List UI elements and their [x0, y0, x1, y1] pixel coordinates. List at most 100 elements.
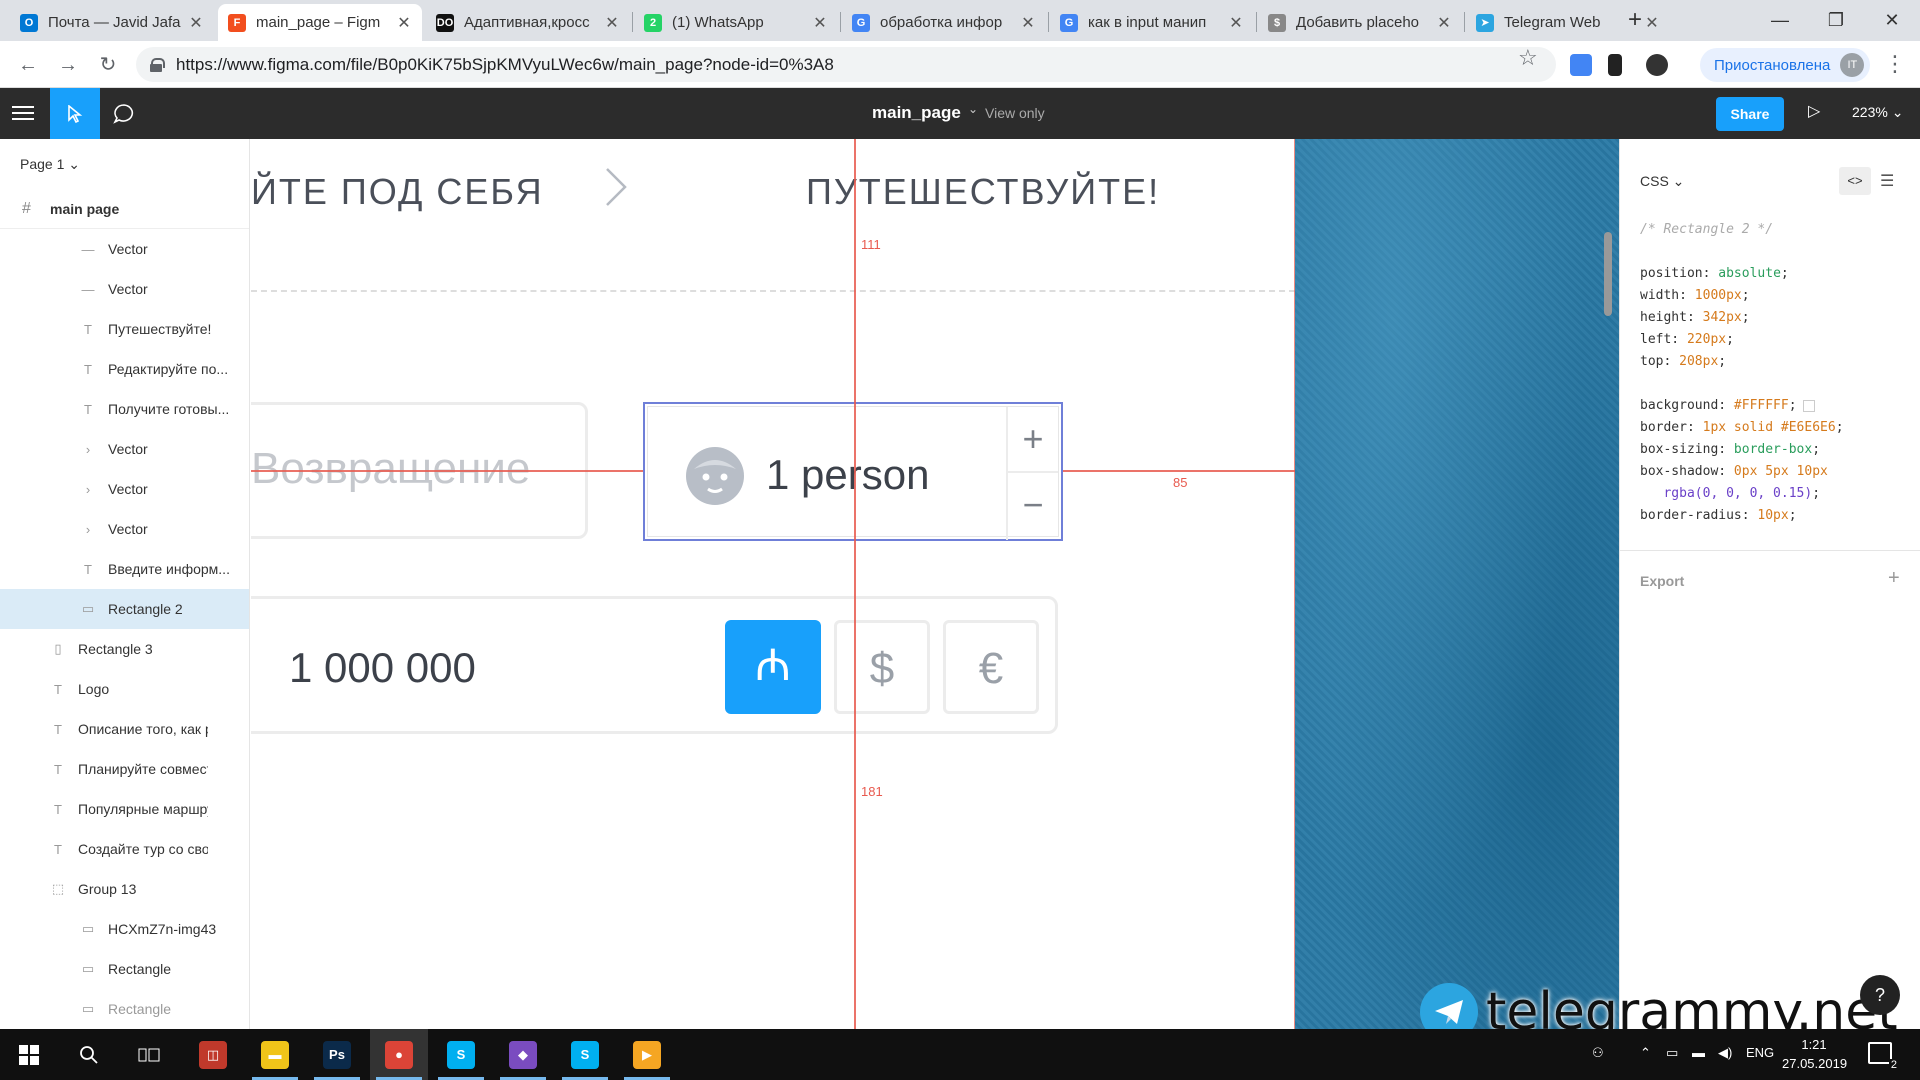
bookmark-star-icon[interactable]: ☆	[1518, 45, 1538, 71]
search-icon[interactable]	[60, 1029, 118, 1080]
taskbar-app-pinned[interactable]: ◫	[184, 1029, 242, 1080]
layer-item[interactable]: T Logo	[0, 669, 249, 709]
layer-item[interactable]: T Редактируйте по...	[0, 349, 249, 389]
css-declaration: box-sizing: border-box;	[1640, 442, 1821, 457]
layer-item[interactable]: T Введите информ...	[0, 549, 249, 589]
css-value: border-box	[1733, 442, 1813, 457]
layer-item[interactable]: › Vector	[0, 429, 249, 469]
tab-close-icon[interactable]: ✕	[1436, 13, 1452, 33]
layer-item[interactable]: T Популярные маршру...	[0, 789, 249, 829]
layer-item[interactable]: ▭ Rectangle 2	[0, 589, 249, 629]
browser-tab[interactable]: $ Добавить placeho ✕	[1258, 4, 1462, 41]
tab-close-icon[interactable]: ✕	[1020, 13, 1036, 33]
close-window-icon[interactable]: ✕	[1864, 0, 1920, 40]
layer-item[interactable]: › Vector	[0, 469, 249, 509]
browser-tab[interactable]: Gкак в input манип ✕	[1050, 4, 1254, 41]
rectangle-icon: ▯	[54, 641, 62, 656]
windows-start-icon[interactable]	[0, 1029, 58, 1080]
layer-item[interactable]: ▯ Rectangle 3	[0, 629, 249, 669]
tab-favicon-icon: 2	[644, 13, 662, 32]
layer-item[interactable]: T Путешествуйте!	[0, 309, 249, 349]
zoom-level[interactable]: 223% ⌄	[1852, 104, 1903, 121]
selected-rectangle-2[interactable]: 1 person + −	[643, 402, 1063, 541]
measure-line-left	[251, 470, 643, 472]
layer-item[interactable]: ▭ HCXmZ7n-img43	[0, 909, 249, 949]
layer-item[interactable]: › Vector	[0, 509, 249, 549]
present-play-icon[interactable]: ▷	[1808, 101, 1820, 121]
tray-chevron-icon[interactable]: ⌃	[1640, 1045, 1651, 1061]
maximize-icon[interactable]: ❐	[1808, 0, 1864, 40]
media-app[interactable]: ▶	[618, 1029, 676, 1080]
forward-icon[interactable]: →	[54, 51, 82, 79]
extension-icon[interactable]	[1608, 54, 1622, 76]
task-view-icon[interactable]	[120, 1029, 178, 1080]
system-clock[interactable]: 1:21 27.05.2019	[1782, 1035, 1847, 1073]
tab-close-icon[interactable]: ✕	[604, 13, 620, 33]
chevron-down-icon[interactable]: ⌄	[968, 102, 978, 116]
browser-tab[interactable]: 2 (1) WhatsApp ✕	[634, 4, 838, 41]
new-tab-button[interactable]: +	[1620, 6, 1650, 36]
chrome-app[interactable]: ●	[370, 1029, 428, 1080]
currency-euro-button[interactable]: €	[943, 620, 1039, 714]
notification-center-icon[interactable]: 2	[1868, 1042, 1899, 1071]
explorer-app[interactable]: ▬	[246, 1029, 304, 1080]
css-declaration: height: 342px;	[1640, 310, 1750, 325]
language-selector[interactable]: CSS ⌄	[1640, 173, 1684, 190]
game-app[interactable]: ◆	[494, 1029, 552, 1080]
tab-close-icon[interactable]: ✕	[1228, 13, 1244, 33]
hamburger-menu-icon[interactable]	[12, 102, 34, 124]
scrollbar-thumb[interactable]	[1604, 232, 1612, 316]
layer-item[interactable]: T Планируйте совмест...	[0, 749, 249, 789]
browser-menu-icon[interactable]: ⋮	[1884, 51, 1906, 77]
explorer-app-icon: ▬	[261, 1040, 289, 1069]
photoshop-app[interactable]: Ps	[308, 1029, 366, 1080]
code-icon[interactable]: <>	[1839, 167, 1871, 195]
layer-main-page[interactable]: # main page	[0, 189, 249, 229]
layer-item[interactable]: — Vector	[0, 269, 249, 309]
decrement-button[interactable]: −	[1008, 473, 1058, 539]
browser-tab[interactable]: DO Адаптивная,кросс ✕	[426, 4, 630, 41]
browser-tab[interactable]: Gобработка инфор ✕	[842, 4, 1046, 41]
tab-close-icon[interactable]: ✕	[812, 13, 828, 33]
layer-item[interactable]: ▭ Rectangle	[0, 949, 249, 989]
css-declaration-cont: rgba(0, 0, 0, 0.15);	[1640, 486, 1821, 501]
layer-item[interactable]: — Vector	[0, 229, 249, 269]
layer-item[interactable]: ⬚ Group 13	[0, 869, 249, 909]
layer-item[interactable]: T Получите готовы...	[0, 389, 249, 429]
browser-tab[interactable]: Fmain_page – Figm ✕	[218, 4, 422, 41]
network-icon[interactable]: ▭	[1666, 1045, 1678, 1061]
increment-button[interactable]: +	[1008, 407, 1058, 473]
comment-icon[interactable]	[110, 100, 138, 128]
layer-item[interactable]: T Описание того, как р...	[0, 709, 249, 749]
tab-close-icon[interactable]: ✕	[396, 13, 412, 33]
measure-line-right	[1063, 470, 1295, 472]
minimize-icon[interactable]: —	[1752, 0, 1808, 40]
input-language[interactable]: ENG	[1746, 1045, 1774, 1060]
browser-tab[interactable]: O Почта — Javid Jafa ✕	[10, 4, 214, 41]
url-field[interactable]: https://www.figma.com/file/B0p0KiK75bSjp…	[136, 47, 1556, 82]
text-layer-icon: T	[54, 801, 62, 817]
design-canvas[interactable]: ЙТЕ ПОД СЕБЯ ПУТЕШЕСТВУЙТЕ! Возвращение …	[251, 139, 1295, 1029]
tab-close-icon[interactable]: ✕	[188, 13, 204, 33]
vpn-extension-icon[interactable]	[1646, 54, 1668, 76]
translate-extension-icon[interactable]	[1570, 54, 1592, 76]
skype-app-1[interactable]: S	[432, 1029, 490, 1080]
share-button[interactable]: Share	[1716, 97, 1784, 131]
skype-app-2[interactable]: S	[556, 1029, 614, 1080]
file-name[interactable]: main_page	[872, 103, 961, 123]
help-button[interactable]: ?	[1860, 975, 1900, 1015]
layer-item[interactable]: ▭ Rectangle	[0, 989, 249, 1029]
currency-manat-button[interactable]: ₼	[725, 620, 821, 714]
list-icon[interactable]: ☰	[1880, 171, 1894, 191]
people-icon[interactable]: ⚇	[1592, 1045, 1604, 1061]
profile-button[interactable]: Приостановлена IT	[1700, 48, 1871, 82]
add-export-icon[interactable]: +	[1888, 567, 1900, 590]
back-icon[interactable]: ←	[14, 51, 42, 79]
layer-item[interactable]: T Создайте тур со свои...	[0, 829, 249, 869]
page-selector[interactable]: Page 1 ⌄	[20, 156, 80, 173]
reload-icon[interactable]: ↻	[94, 51, 122, 79]
battery-icon[interactable]: ▬	[1692, 1045, 1705, 1060]
move-tool-button[interactable]	[50, 88, 100, 139]
volume-icon[interactable]: ◀)	[1718, 1045, 1732, 1061]
currency-dollar-button[interactable]: $	[834, 620, 930, 714]
